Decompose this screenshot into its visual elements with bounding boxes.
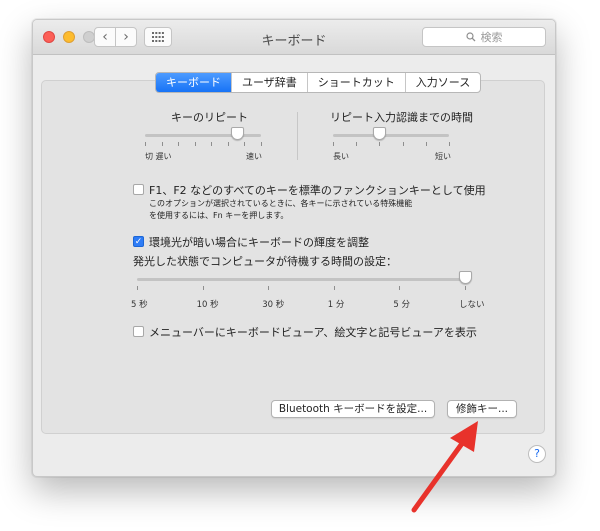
slider-tick xyxy=(333,286,335,290)
search-field[interactable]: 検索 xyxy=(422,27,546,47)
slider-tick xyxy=(465,286,466,290)
backlight-tick-label: 30 秒 xyxy=(262,300,285,310)
menubar-viewers-checkbox[interactable] xyxy=(133,326,144,337)
slider-tick xyxy=(399,286,401,290)
backlight-idle-slider-thumb[interactable] xyxy=(458,271,472,284)
backlight-idle-title: 発光した状態でコンピュータが待機する時間の設定： xyxy=(133,255,397,268)
tab-keyboard[interactable]: キーボード xyxy=(156,73,232,92)
slider-tick xyxy=(449,142,450,146)
slider-tick xyxy=(202,286,204,290)
slider-tick xyxy=(145,142,146,146)
checkmark-icon: ✓ xyxy=(134,237,143,247)
delay-until-repeat-track[interactable] xyxy=(333,134,449,137)
delay-until-repeat-min-label: 長い xyxy=(333,152,349,161)
slider-divider xyxy=(297,112,298,160)
tab-shortcuts[interactable]: ショートカット xyxy=(308,73,406,92)
fn-keys-checkbox[interactable] xyxy=(133,184,144,195)
slider-tick xyxy=(194,142,196,146)
slider-tick xyxy=(379,142,381,146)
backlight-tick-label: 1 分 xyxy=(327,300,345,310)
help-button[interactable]: ? xyxy=(528,445,546,463)
search-placeholder: 検索 xyxy=(480,31,503,44)
tab-user-dictionary[interactable]: ユーザ辞書 xyxy=(232,73,308,92)
slider-tick xyxy=(333,142,334,146)
slider-tick xyxy=(356,142,358,146)
title-bar: ‹ › キーボード 検索 xyxy=(33,20,555,55)
delay-until-repeat-title: リピート入力認識までの時間 xyxy=(330,111,473,124)
fn-keys-note-line2: を使用するには、Fn キーを押します。 xyxy=(149,211,289,220)
fn-keys-note-line1: このオプションが選択されているときに、各キーに示されている特殊機能 xyxy=(149,199,413,208)
tab-input-sources[interactable]: 入力ソース xyxy=(406,73,480,92)
key-repeat-max-label: 速い xyxy=(246,152,262,161)
slider-tick xyxy=(244,142,246,146)
backlight-tick-label: しない xyxy=(459,300,485,310)
slider-tick xyxy=(137,286,138,290)
slider-tick xyxy=(211,142,213,146)
brightness-checkbox[interactable]: ✓ xyxy=(133,236,144,247)
menubar-viewers-label: メニューバーにキーボードビューア、絵文字と記号ビューアを表示 xyxy=(149,326,477,339)
key-repeat-min-label: 切 遅い xyxy=(145,152,172,161)
tab-bar: キーボード ユーザ辞書 ショートカット 入力ソース xyxy=(155,72,482,93)
keyboard-preferences-window: ‹ › キーボード 検索 キーボード ユーザ辞書 ショートカット 入力ソース キ… xyxy=(32,19,556,477)
backlight-tick-label: 5 秒 xyxy=(131,300,148,310)
slider-tick xyxy=(161,142,163,146)
slider-tick xyxy=(227,142,229,146)
fn-keys-label: F1、F2 などのすべてのキーを標準のファンクションキーとして使用 xyxy=(149,184,486,197)
slider-tick xyxy=(268,286,270,290)
delay-until-repeat-slider-thumb[interactable] xyxy=(372,127,386,140)
slider-tick xyxy=(402,142,404,146)
bluetooth-keyboard-setup-button[interactable]: Bluetooth キーボードを設定... xyxy=(271,400,435,418)
slider-tick xyxy=(261,142,262,146)
backlight-tick-label: 5 分 xyxy=(393,300,411,310)
search-icon xyxy=(465,32,475,42)
key-repeat-title: キーのリピート xyxy=(171,111,248,124)
slider-tick xyxy=(425,142,427,146)
help-icon: ? xyxy=(534,447,540,460)
backlight-tick-label: 10 秒 xyxy=(196,300,219,310)
slider-tick xyxy=(178,142,180,146)
backlight-idle-track[interactable] xyxy=(137,278,465,281)
brightness-label: 環境光が暗い場合にキーボードの輝度を調整 xyxy=(149,236,369,249)
modifier-keys-button[interactable]: 修飾キー... xyxy=(447,400,517,418)
delay-until-repeat-max-label: 短い xyxy=(435,152,451,161)
